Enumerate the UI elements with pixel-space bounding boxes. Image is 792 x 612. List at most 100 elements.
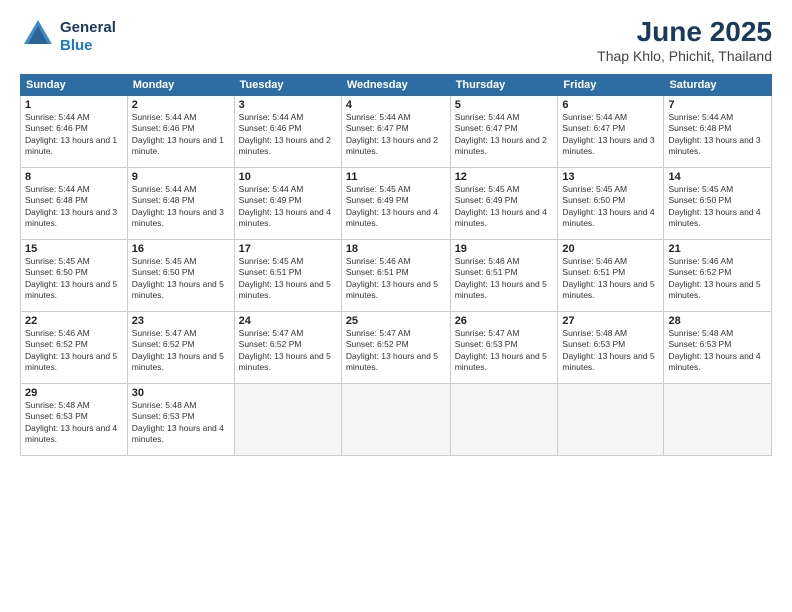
calendar-table: Sunday Monday Tuesday Wednesday Thursday… bbox=[20, 74, 772, 456]
day-info: Sunrise: 5:44 AMSunset: 6:48 PMDaylight:… bbox=[668, 112, 767, 158]
day-number: 29 bbox=[25, 387, 123, 399]
day-cell: 20 Sunrise: 5:46 AMSunset: 6:51 PMDaylig… bbox=[558, 240, 664, 312]
header: General Blue June 2025 Thap Khlo, Phichi… bbox=[20, 16, 772, 64]
day-info: Sunrise: 5:44 AMSunset: 6:46 PMDaylight:… bbox=[132, 112, 230, 158]
day-number: 17 bbox=[239, 243, 337, 255]
week-row-2: 8 Sunrise: 5:44 AMSunset: 6:48 PMDayligh… bbox=[21, 168, 772, 240]
col-monday: Monday bbox=[127, 75, 234, 96]
col-wednesday: Wednesday bbox=[341, 75, 450, 96]
day-cell bbox=[341, 384, 450, 456]
week-row-4: 22 Sunrise: 5:46 AMSunset: 6:52 PMDaylig… bbox=[21, 312, 772, 384]
col-saturday: Saturday bbox=[664, 75, 772, 96]
day-info: Sunrise: 5:47 AMSunset: 6:52 PMDaylight:… bbox=[239, 328, 337, 374]
day-cell: 17 Sunrise: 5:45 AMSunset: 6:51 PMDaylig… bbox=[234, 240, 341, 312]
day-info: Sunrise: 5:44 AMSunset: 6:47 PMDaylight:… bbox=[562, 112, 659, 158]
day-info: Sunrise: 5:46 AMSunset: 6:52 PMDaylight:… bbox=[25, 328, 123, 374]
day-cell: 26 Sunrise: 5:47 AMSunset: 6:53 PMDaylig… bbox=[450, 312, 558, 384]
day-cell: 4 Sunrise: 5:44 AMSunset: 6:47 PMDayligh… bbox=[341, 96, 450, 168]
day-number: 22 bbox=[25, 315, 123, 327]
day-number: 24 bbox=[239, 315, 337, 327]
day-number: 21 bbox=[668, 243, 767, 255]
day-number: 15 bbox=[25, 243, 123, 255]
day-cell: 16 Sunrise: 5:45 AMSunset: 6:50 PMDaylig… bbox=[127, 240, 234, 312]
day-info: Sunrise: 5:44 AMSunset: 6:48 PMDaylight:… bbox=[25, 184, 123, 230]
day-info: Sunrise: 5:45 AMSunset: 6:50 PMDaylight:… bbox=[132, 256, 230, 302]
day-number: 10 bbox=[239, 171, 337, 183]
day-number: 5 bbox=[455, 99, 554, 111]
day-cell: 23 Sunrise: 5:47 AMSunset: 6:52 PMDaylig… bbox=[127, 312, 234, 384]
logo-line2: Blue bbox=[60, 37, 116, 55]
day-cell: 9 Sunrise: 5:44 AMSunset: 6:48 PMDayligh… bbox=[127, 168, 234, 240]
day-info: Sunrise: 5:45 AMSunset: 6:50 PMDaylight:… bbox=[668, 184, 767, 230]
day-cell: 2 Sunrise: 5:44 AMSunset: 6:46 PMDayligh… bbox=[127, 96, 234, 168]
day-number: 27 bbox=[562, 315, 659, 327]
week-row-5: 29 Sunrise: 5:48 AMSunset: 6:53 PMDaylig… bbox=[21, 384, 772, 456]
day-number: 20 bbox=[562, 243, 659, 255]
day-info: Sunrise: 5:48 AMSunset: 6:53 PMDaylight:… bbox=[25, 400, 123, 446]
day-cell: 3 Sunrise: 5:44 AMSunset: 6:46 PMDayligh… bbox=[234, 96, 341, 168]
day-number: 9 bbox=[132, 171, 230, 183]
logo: General Blue bbox=[20, 16, 116, 57]
day-cell bbox=[664, 384, 772, 456]
day-info: Sunrise: 5:46 AMSunset: 6:51 PMDaylight:… bbox=[455, 256, 554, 302]
location: Thap Khlo, Phichit, Thailand bbox=[597, 48, 772, 64]
day-info: Sunrise: 5:44 AMSunset: 6:46 PMDaylight:… bbox=[25, 112, 123, 158]
calendar-page: General Blue June 2025 Thap Khlo, Phichi… bbox=[0, 0, 792, 612]
day-cell: 8 Sunrise: 5:44 AMSunset: 6:48 PMDayligh… bbox=[21, 168, 128, 240]
day-info: Sunrise: 5:46 AMSunset: 6:51 PMDaylight:… bbox=[562, 256, 659, 302]
day-cell: 12 Sunrise: 5:45 AMSunset: 6:49 PMDaylig… bbox=[450, 168, 558, 240]
day-info: Sunrise: 5:48 AMSunset: 6:53 PMDaylight:… bbox=[132, 400, 230, 446]
day-info: Sunrise: 5:47 AMSunset: 6:53 PMDaylight:… bbox=[455, 328, 554, 374]
day-cell: 24 Sunrise: 5:47 AMSunset: 6:52 PMDaylig… bbox=[234, 312, 341, 384]
week-row-3: 15 Sunrise: 5:45 AMSunset: 6:50 PMDaylig… bbox=[21, 240, 772, 312]
calendar-header-row: Sunday Monday Tuesday Wednesday Thursday… bbox=[21, 75, 772, 96]
day-number: 16 bbox=[132, 243, 230, 255]
day-number: 19 bbox=[455, 243, 554, 255]
day-cell: 27 Sunrise: 5:48 AMSunset: 6:53 PMDaylig… bbox=[558, 312, 664, 384]
day-cell: 18 Sunrise: 5:46 AMSunset: 6:51 PMDaylig… bbox=[341, 240, 450, 312]
logo-icon bbox=[20, 16, 56, 52]
week-row-1: 1 Sunrise: 5:44 AMSunset: 6:46 PMDayligh… bbox=[21, 96, 772, 168]
day-info: Sunrise: 5:44 AMSunset: 6:47 PMDaylight:… bbox=[346, 112, 446, 158]
title-block: June 2025 Thap Khlo, Phichit, Thailand bbox=[597, 16, 772, 64]
day-info: Sunrise: 5:45 AMSunset: 6:49 PMDaylight:… bbox=[346, 184, 446, 230]
day-cell: 19 Sunrise: 5:46 AMSunset: 6:51 PMDaylig… bbox=[450, 240, 558, 312]
day-info: Sunrise: 5:47 AMSunset: 6:52 PMDaylight:… bbox=[346, 328, 446, 374]
day-cell: 22 Sunrise: 5:46 AMSunset: 6:52 PMDaylig… bbox=[21, 312, 128, 384]
day-cell bbox=[450, 384, 558, 456]
day-cell: 21 Sunrise: 5:46 AMSunset: 6:52 PMDaylig… bbox=[664, 240, 772, 312]
day-cell: 25 Sunrise: 5:47 AMSunset: 6:52 PMDaylig… bbox=[341, 312, 450, 384]
day-info: Sunrise: 5:48 AMSunset: 6:53 PMDaylight:… bbox=[562, 328, 659, 374]
day-cell: 14 Sunrise: 5:45 AMSunset: 6:50 PMDaylig… bbox=[664, 168, 772, 240]
day-cell: 5 Sunrise: 5:44 AMSunset: 6:47 PMDayligh… bbox=[450, 96, 558, 168]
day-number: 23 bbox=[132, 315, 230, 327]
day-cell bbox=[234, 384, 341, 456]
day-info: Sunrise: 5:46 AMSunset: 6:52 PMDaylight:… bbox=[668, 256, 767, 302]
day-info: Sunrise: 5:45 AMSunset: 6:50 PMDaylight:… bbox=[562, 184, 659, 230]
day-info: Sunrise: 5:44 AMSunset: 6:47 PMDaylight:… bbox=[455, 112, 554, 158]
day-number: 12 bbox=[455, 171, 554, 183]
day-info: Sunrise: 5:45 AMSunset: 6:51 PMDaylight:… bbox=[239, 256, 337, 302]
day-number: 18 bbox=[346, 243, 446, 255]
day-info: Sunrise: 5:46 AMSunset: 6:51 PMDaylight:… bbox=[346, 256, 446, 302]
day-number: 6 bbox=[562, 99, 659, 111]
day-cell: 29 Sunrise: 5:48 AMSunset: 6:53 PMDaylig… bbox=[21, 384, 128, 456]
month-year: June 2025 bbox=[597, 16, 772, 48]
col-sunday: Sunday bbox=[21, 75, 128, 96]
day-cell: 7 Sunrise: 5:44 AMSunset: 6:48 PMDayligh… bbox=[664, 96, 772, 168]
day-cell: 1 Sunrise: 5:44 AMSunset: 6:46 PMDayligh… bbox=[21, 96, 128, 168]
day-number: 4 bbox=[346, 99, 446, 111]
day-info: Sunrise: 5:44 AMSunset: 6:49 PMDaylight:… bbox=[239, 184, 337, 230]
day-number: 2 bbox=[132, 99, 230, 111]
day-info: Sunrise: 5:44 AMSunset: 6:48 PMDaylight:… bbox=[132, 184, 230, 230]
day-number: 13 bbox=[562, 171, 659, 183]
day-number: 14 bbox=[668, 171, 767, 183]
day-number: 28 bbox=[668, 315, 767, 327]
day-number: 30 bbox=[132, 387, 230, 399]
day-cell: 15 Sunrise: 5:45 AMSunset: 6:50 PMDaylig… bbox=[21, 240, 128, 312]
day-cell: 6 Sunrise: 5:44 AMSunset: 6:47 PMDayligh… bbox=[558, 96, 664, 168]
logo-line1: General bbox=[60, 19, 116, 37]
day-info: Sunrise: 5:45 AMSunset: 6:49 PMDaylight:… bbox=[455, 184, 554, 230]
day-cell: 30 Sunrise: 5:48 AMSunset: 6:53 PMDaylig… bbox=[127, 384, 234, 456]
day-cell bbox=[558, 384, 664, 456]
